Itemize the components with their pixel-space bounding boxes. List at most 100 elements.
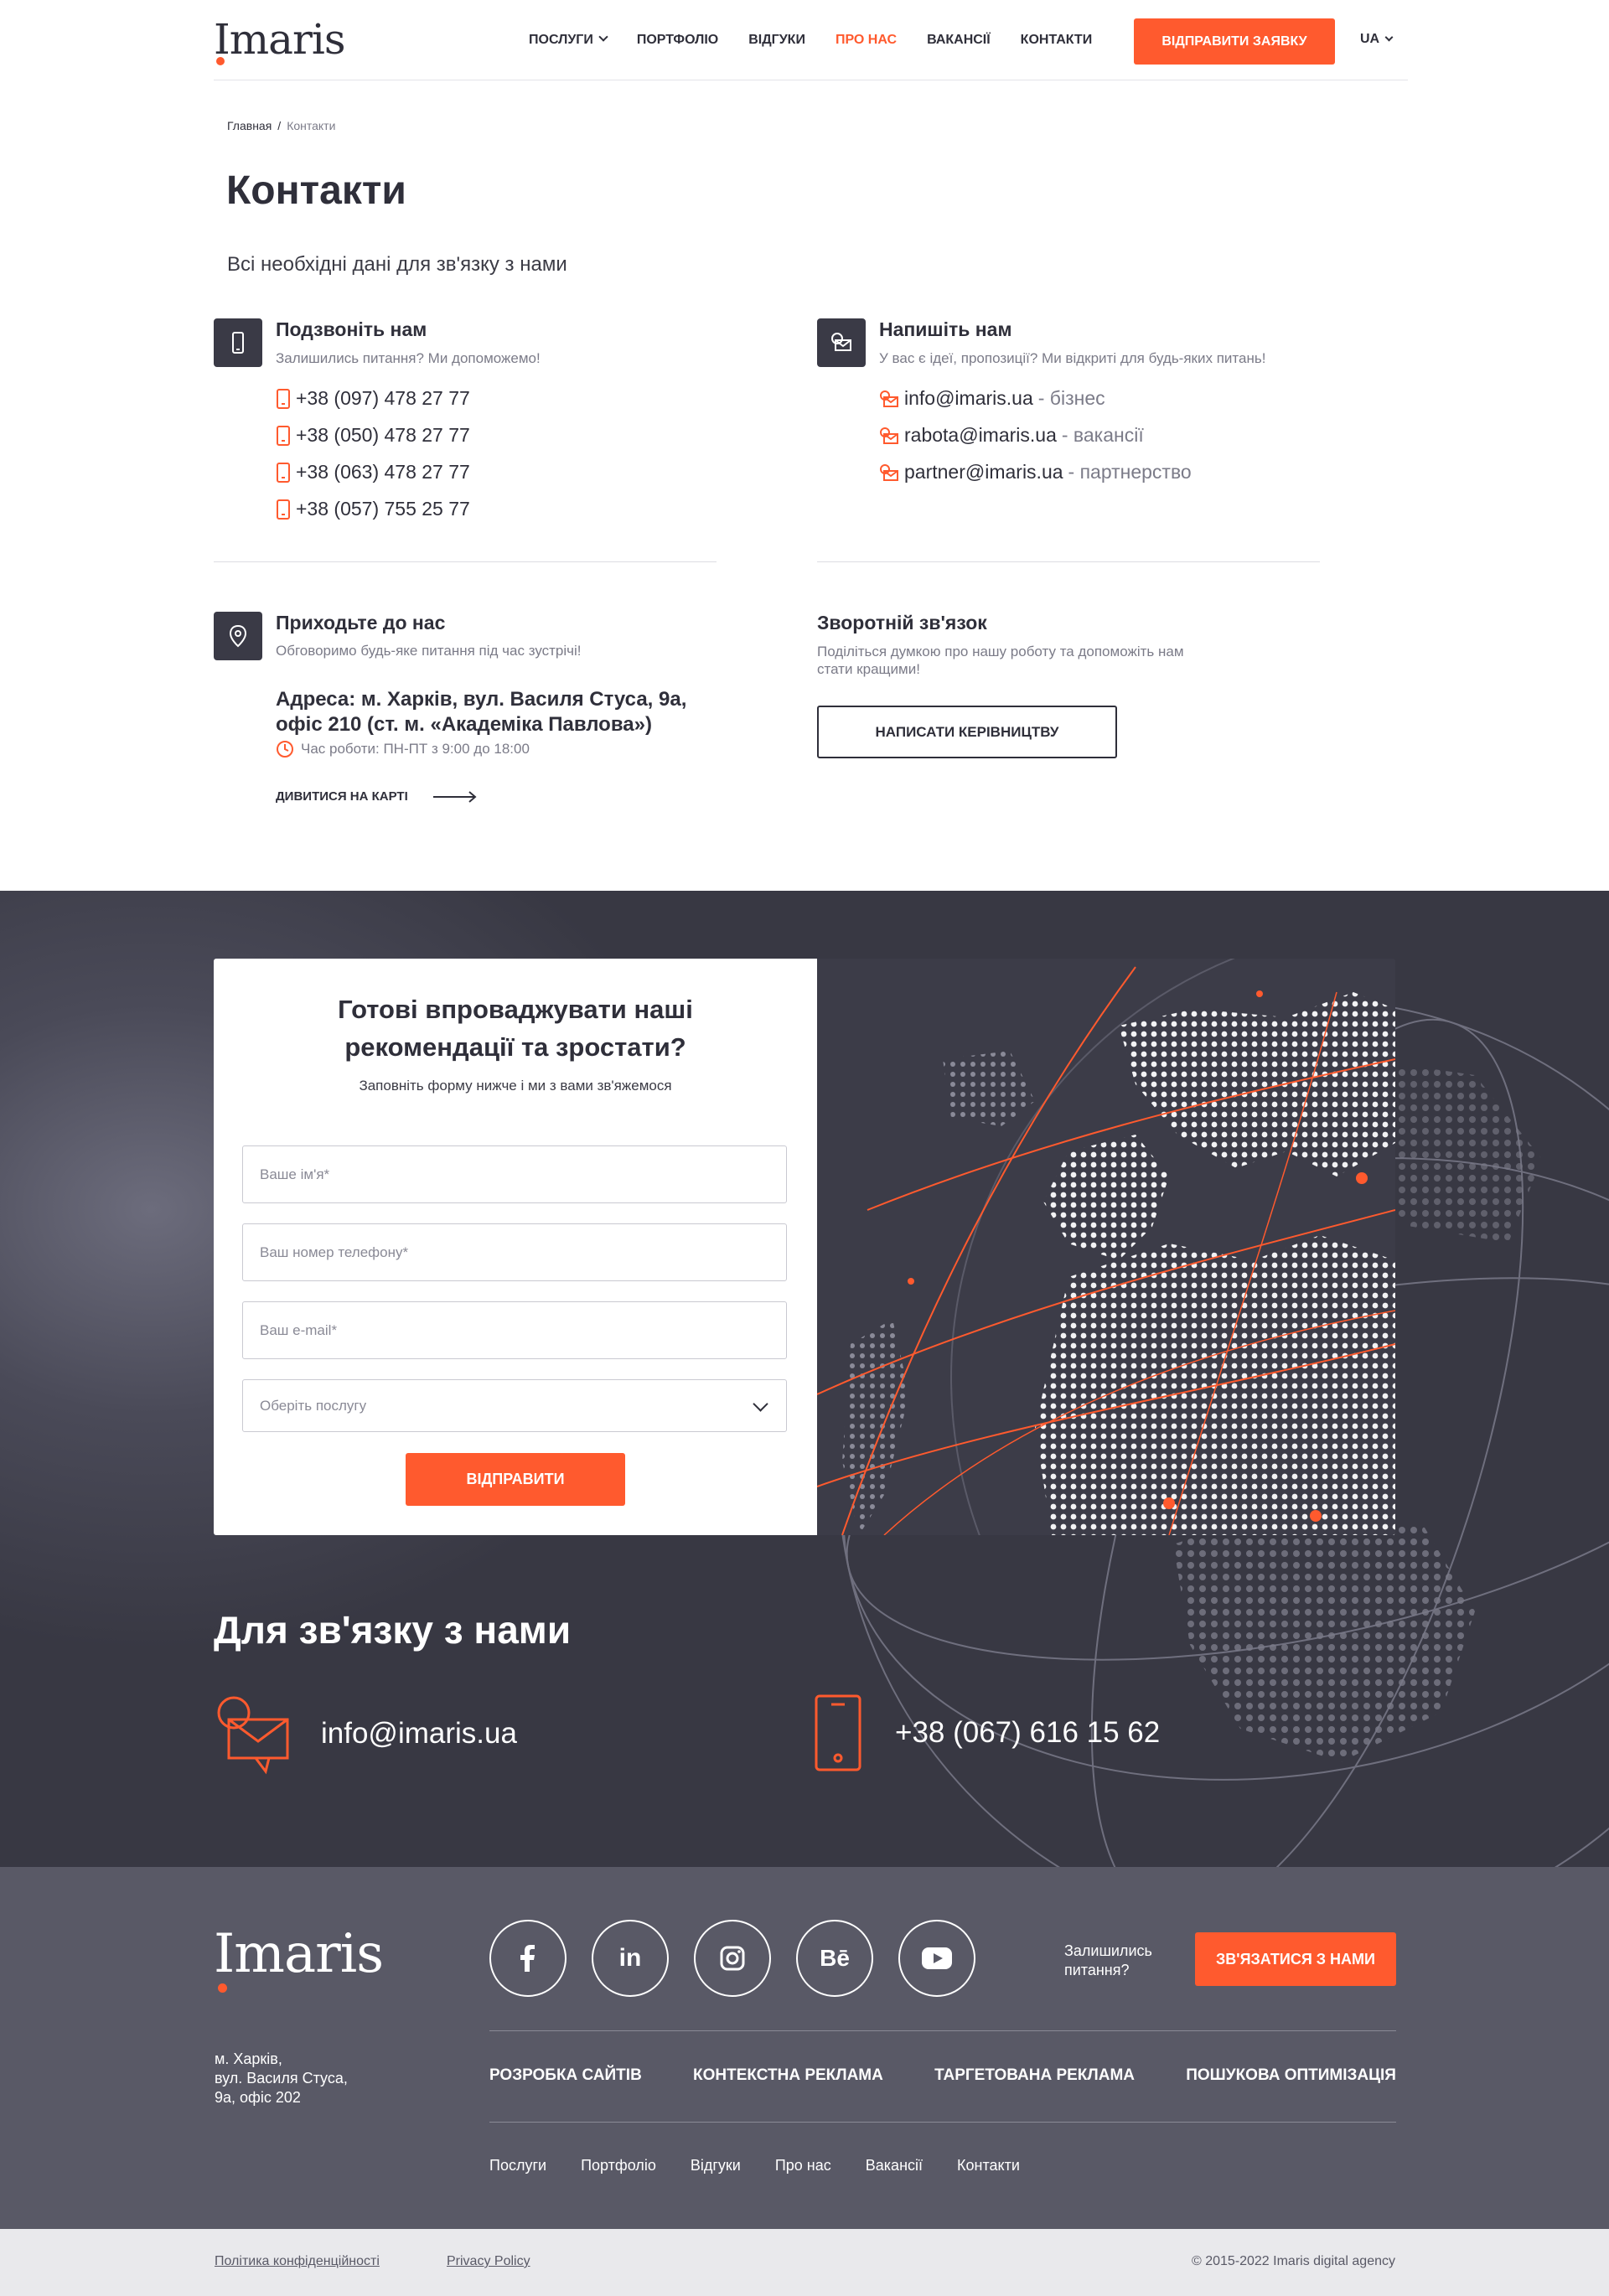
contact-email: info@imaris.ua (321, 1717, 517, 1750)
nav-label: Послуги (529, 33, 593, 47)
email-link[interactable]: info@imaris.ua - бізнес (879, 387, 1105, 410)
email-note: - бізнес (1037, 387, 1105, 409)
email-link[interactable]: partner@imaris.ua - партнерство (879, 461, 1192, 484)
name-placeholder: Ваше ім'я* (260, 1166, 330, 1182)
linkedin-icon[interactable]: in (592, 1920, 669, 1997)
footer-link[interactable]: Портфоліо (581, 2157, 656, 2174)
nav-item-about[interactable]: Про нас (836, 33, 897, 48)
mobile-icon (815, 1694, 861, 1771)
footer-logo[interactable]: Imaris (214, 1923, 384, 1993)
contact-heading: Для зв'язку з нами (214, 1608, 572, 1652)
page: Imaris Послуги Портфоліо Відгуки Про нас… (0, 0, 1609, 2296)
mobile-icon (277, 388, 290, 409)
footer-link[interactable]: Відгуки (691, 2157, 741, 2174)
feedback-subtitle-line: Поділіться думкою про нашу роботу та доп… (817, 644, 1184, 659)
youtube-icon[interactable] (898, 1920, 975, 1997)
view-map-link[interactable]: Дивитися на карті (276, 789, 477, 804)
footer-service-link[interactable]: Контекстна реклама (693, 2066, 883, 2085)
footer-link[interactable]: Вакансії (866, 2157, 923, 2174)
send-request-button[interactable]: Відправити заявку (1134, 18, 1335, 65)
page-title: Контакти (226, 168, 406, 213)
instagram-icon[interactable] (694, 1920, 771, 1997)
language-switcher[interactable]: UA (1360, 32, 1394, 47)
phone-link[interactable]: +38 (097) 478 27 77 (276, 387, 470, 410)
phone-link[interactable]: +38 (063) 478 27 77 (276, 461, 470, 484)
contact-email-link[interactable]: info@imaris.ua (214, 1693, 517, 1775)
phone-number: +38 (050) 478 27 77 (296, 424, 470, 446)
write-title: Напишіть нам (879, 318, 1012, 340)
address-line: офіс 210 (ст. м. «Академіка Павлова») (276, 713, 652, 736)
map-link-label: Дивитися на карті (276, 789, 408, 804)
phone-link[interactable]: +38 (050) 478 27 77 (276, 424, 470, 447)
footer-link[interactable]: Контакти (957, 2157, 1020, 2174)
nav-item-portfolio[interactable]: Портфоліо (637, 33, 718, 48)
call-subtitle: Залишились питання? Ми допоможемо! (276, 350, 541, 366)
form-title-line: Готові впроваджувати наші (338, 995, 693, 1024)
service-placeholder: Оберіть послугу (260, 1397, 367, 1414)
divider (489, 2122, 1396, 2123)
footer-logo-text: Imaris (214, 1923, 384, 1985)
contact-phone-link[interactable]: +38 (067) 616 15 62 (813, 1693, 1160, 1773)
footer-address: м. Харків, вул. Василя Стуса, 9а, офіс 2… (215, 2050, 348, 2107)
email-field[interactable]: Ваш e-mail* (242, 1301, 787, 1359)
divider (214, 561, 717, 562)
clock-icon (277, 741, 293, 758)
service-select[interactable]: Оберіть послугу (242, 1379, 787, 1432)
feedback-subtitle: Поділіться думкою про нашу роботу та доп… (817, 643, 1184, 678)
nav-item-reviews[interactable]: Відгуки (748, 33, 805, 48)
footer-service-link[interactable]: Пошукова оптимізація (1186, 2066, 1396, 2085)
behance-icon[interactable]: Bē (796, 1920, 873, 1997)
breadcrumb-home[interactable]: Главная (227, 119, 272, 132)
breadcrumb: Главная / Контакти (227, 119, 335, 132)
arrow-right-icon (432, 790, 477, 803)
globe-illustration (817, 959, 1395, 1535)
email-address: info@imaris.ua (904, 387, 1033, 409)
footer-service-link[interactable]: Таргетована реклама (934, 2066, 1135, 2085)
footer-service-link[interactable]: Розробка сайтів (489, 2066, 642, 2085)
footer-address-line: 9а, офіс 202 (215, 2089, 301, 2106)
header-logo[interactable]: Imaris (214, 15, 346, 65)
name-field[interactable]: Ваше ім'я* (242, 1145, 787, 1203)
privacy-policy-ua-link[interactable]: Політика конфіденційності (215, 2254, 380, 2269)
site-footer (0, 1867, 1609, 2229)
email-address: partner@imaris.ua (904, 461, 1063, 483)
footer-address-line: вул. Василя Стуса, (215, 2070, 348, 2087)
logo-dot (216, 57, 225, 65)
nav-item-vacancies[interactable]: Вакансії (927, 33, 991, 48)
email-address: rabota@imaris.ua (904, 424, 1057, 446)
main-nav: Послуги Портфоліо Відгуки Про нас Ваканс… (529, 0, 1092, 80)
mail-icon (880, 390, 898, 407)
contact-phone: +38 (067) 616 15 62 (895, 1716, 1161, 1749)
footer-address-line: м. Харків, (215, 2050, 282, 2067)
email-note: - партнерство (1068, 461, 1192, 483)
address: Адреса: м. Харків, вул. Василя Стуса, 9а… (276, 687, 711, 737)
email-link[interactable]: rabota@imaris.ua - вакансії (879, 424, 1144, 447)
copyright: © 2015-2022 Imaris digital agency (1191, 2254, 1395, 2268)
breadcrumb-current: Контакти (287, 119, 336, 132)
phone-field[interactable]: Ваш номер телефону* (242, 1223, 787, 1281)
request-form: Готові впроваджувати наші рекомендації т… (214, 959, 817, 1535)
globe-image (817, 959, 1395, 1535)
logo-text: Imaris (214, 15, 346, 64)
facebook-icon[interactable] (489, 1920, 567, 1997)
page-subtitle: Всі необхідні дані для зв'язку з нами (227, 253, 567, 276)
mobile-icon (277, 462, 290, 483)
phone-link[interactable]: +38 (057) 755 25 77 (276, 498, 470, 520)
privacy-policy-en-link[interactable]: Privacy Policy (447, 2254, 530, 2269)
footer-links: Послуги Портфоліо Відгуки Про нас Ваканс… (489, 2157, 1020, 2174)
contact-us-button[interactable]: Зв'язатися з нами (1195, 1932, 1396, 1986)
divider (817, 561, 1320, 562)
phone-icon (214, 318, 262, 367)
chat-mail-icon (817, 318, 866, 367)
divider (489, 2030, 1396, 2031)
nav-item-contacts[interactable]: Контакти (1021, 33, 1093, 48)
working-hours: Час роботи: ПН-ПТ з 9:00 до 18:00 (276, 740, 530, 758)
email-placeholder: Ваш e-mail* (260, 1321, 338, 1338)
nav-item-services[interactable]: Послуги (529, 32, 608, 48)
phone-number: +38 (097) 478 27 77 (296, 387, 470, 409)
call-title: Подзвоніть нам (276, 318, 427, 340)
write-management-button[interactable]: Написати керівництву (817, 706, 1117, 758)
footer-link[interactable]: Про нас (775, 2157, 831, 2174)
submit-button[interactable]: Відправити (406, 1453, 625, 1506)
footer-link[interactable]: Послуги (489, 2157, 546, 2174)
